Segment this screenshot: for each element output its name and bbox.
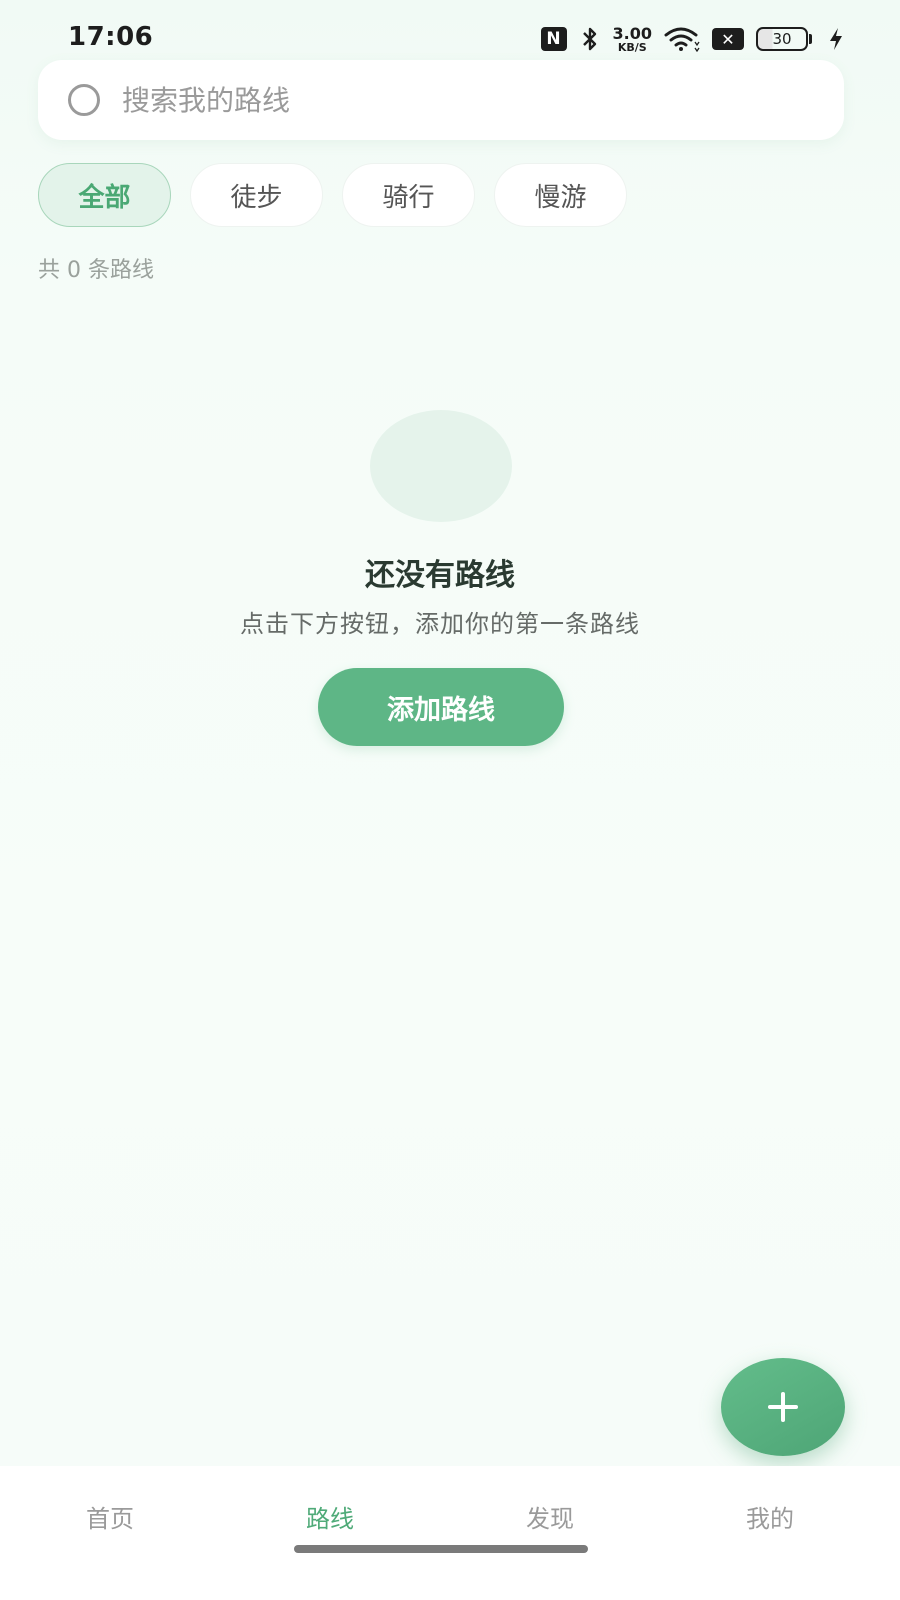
routes-screen: 17:06 N 3.00 KB/S ✕ 30 搜索我的路线 全部 徒步 骑行 慢…: [0, 0, 900, 1600]
nav-item-home[interactable]: 首页: [0, 1466, 220, 1566]
battery-icon: 30: [756, 27, 812, 51]
network-speed-value: 3.00: [612, 23, 652, 43]
bluetooth-icon: [582, 27, 596, 51]
search-icon: [68, 84, 100, 116]
battery-tip: [809, 34, 812, 44]
empty-state-description: 点击下方按钮，添加你的第一条路线: [240, 610, 640, 638]
wifi-icon: [664, 27, 700, 52]
empty-state-title: 还没有路线: [365, 558, 515, 593]
network-speed-unit: KB/S: [617, 40, 647, 54]
add-route-fab[interactable]: [721, 1358, 845, 1456]
search-bar[interactable]: [38, 60, 844, 140]
filter-chips: 全部 徒步 骑行 慢游: [38, 163, 627, 227]
filter-chip-hiking[interactable]: 徒步: [190, 163, 323, 227]
bottom-nav: 首页 路线 发现 我的: [0, 1466, 900, 1600]
search-input[interactable]: [120, 82, 800, 118]
home-indicator[interactable]: [294, 1545, 588, 1553]
battery-level: 30: [756, 27, 808, 51]
plus-icon: [768, 1392, 798, 1422]
nav-item-profile[interactable]: 我的: [660, 1466, 880, 1566]
add-route-button[interactable]: 添加路线: [318, 668, 564, 746]
nfc-icon: N: [540, 27, 567, 51]
route-count: 共 0 条路线: [38, 258, 154, 283]
status-icons: N 3.00 KB/S ✕ 30: [540, 23, 844, 54]
filter-chip-leisure[interactable]: 慢游: [494, 163, 627, 227]
filter-chip-cycling[interactable]: 骑行: [342, 163, 475, 227]
status-bar: 17:06 N 3.00 KB/S ✕ 30: [0, 0, 900, 56]
empty-state-illustration: [370, 410, 512, 522]
status-time: 17:06: [68, 22, 154, 52]
filter-chip-all[interactable]: 全部: [38, 163, 171, 227]
network-speed: 3.00 KB/S: [612, 23, 652, 54]
no-sim-icon: ✕: [712, 28, 744, 50]
charging-bolt-icon: [830, 28, 842, 50]
